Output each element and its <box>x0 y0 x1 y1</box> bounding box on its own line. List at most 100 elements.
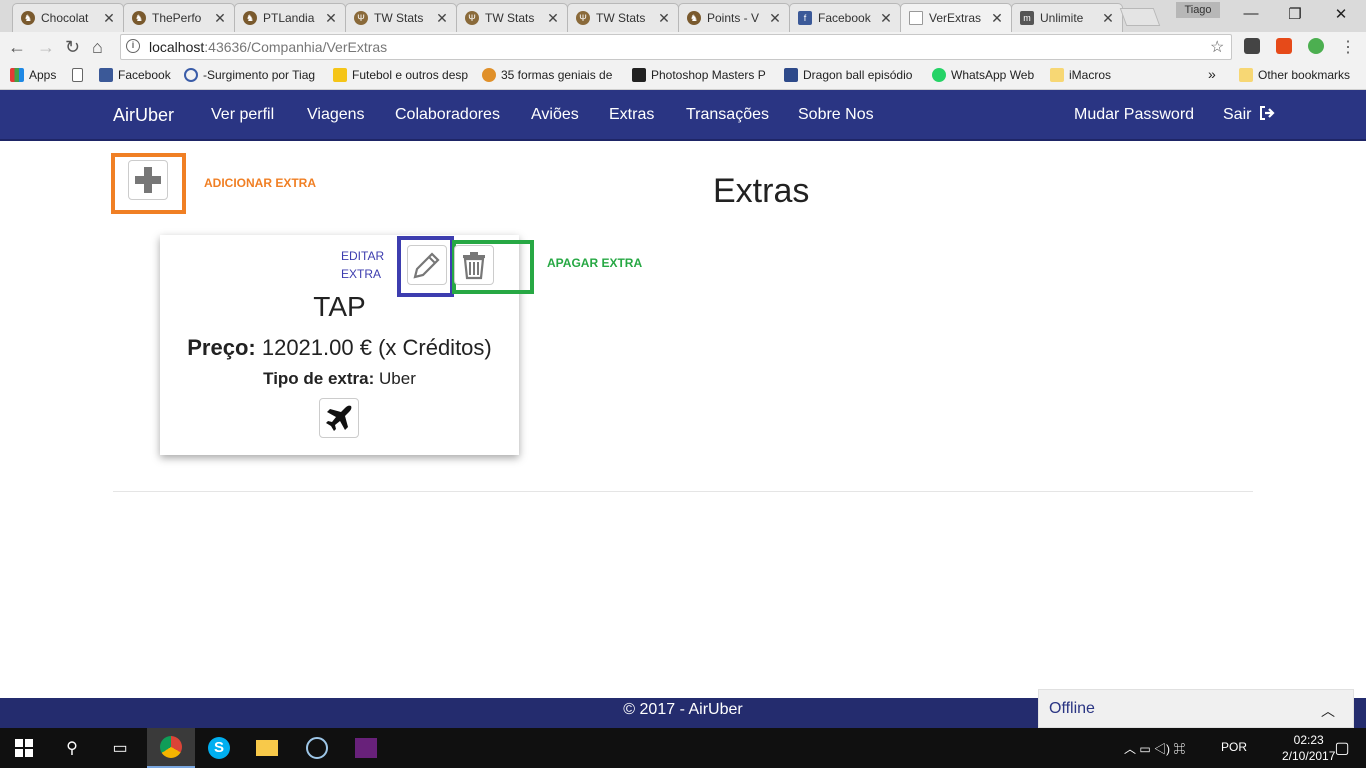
bookmark-photoshop[interactable]: Photoshop Masters P <box>632 68 766 82</box>
browser-tab[interactable]: Ψ TW Stats ✕ <box>456 3 568 32</box>
bookmark-label: -Surgimento por Tiag <box>203 68 316 82</box>
nav-link-colaboradores[interactable]: Colaboradores <box>395 106 500 124</box>
tab-title: VerExtras <box>929 11 982 25</box>
nav-link-sair[interactable]: Sair <box>1223 106 1275 124</box>
chrome-icon[interactable] <box>147 728 195 768</box>
edit-extra-button[interactable] <box>407 245 447 285</box>
bookmark-label: 35 formas geniais de <box>501 68 613 82</box>
delete-extra-button[interactable] <box>454 245 494 285</box>
bookmark-imacros[interactable]: iMacros <box>1050 68 1111 82</box>
footer-text: © 2017 - AirUber <box>623 701 743 718</box>
browser-tab[interactable]: Ψ TW Stats ✕ <box>567 3 679 32</box>
home-icon[interactable]: ⌂ <box>92 37 103 58</box>
browser-tab[interactable]: ♞ Chocolat ✕ <box>12 3 124 32</box>
close-icon[interactable]: ✕ <box>989 10 1005 27</box>
close-icon[interactable]: ✕ <box>878 10 894 27</box>
nav-link-mudar-password[interactable]: Mudar Password <box>1074 106 1194 124</box>
url-path: :43636/Companhia/VerExtras <box>204 39 388 55</box>
reload-icon[interactable]: ↻ <box>65 37 80 58</box>
new-tab-button[interactable] <box>1119 8 1161 26</box>
close-icon[interactable]: ✕ <box>434 10 450 27</box>
bookmark-whatsapp[interactable]: WhatsApp Web <box>932 68 1034 82</box>
bookmark-facebook[interactable]: Facebook <box>99 68 171 82</box>
brand-link[interactable]: AirUber <box>113 105 174 126</box>
bookmark-label: WhatsApp Web <box>951 68 1035 82</box>
browser-tab[interactable]: ♞ Points - V ✕ <box>678 3 790 32</box>
plane-icon <box>326 405 352 431</box>
app-icon[interactable] <box>293 728 341 768</box>
close-icon[interactable]: ✕ <box>767 10 783 27</box>
nav-link-transacoes[interactable]: Transações <box>686 106 769 124</box>
info-icon[interactable]: i <box>126 39 140 53</box>
nav-link-avioes[interactable]: Aviões <box>531 106 579 124</box>
notifications-icon[interactable]: ▢ <box>1318 728 1366 768</box>
tab-title: Unlimite <box>1040 11 1084 25</box>
tab-favicon-icon: Ψ <box>354 11 368 25</box>
add-extra-button[interactable] <box>128 160 168 200</box>
browser-tab[interactable]: m Unlimite ✕ <box>1011 3 1123 32</box>
offline-panel[interactable]: Offline ︿ <box>1038 689 1354 728</box>
minimize-icon[interactable]: — <box>1228 5 1274 22</box>
bookmark-dragon-ball[interactable]: Dragon ball episódio <box>784 68 912 82</box>
tab-favicon-icon: Ψ <box>576 11 590 25</box>
extra-type: Tipo de extra: Uber <box>160 369 519 389</box>
extension-icon[interactable] <box>1308 38 1324 54</box>
skype-icon[interactable]: S <box>195 728 243 768</box>
bookmark-futebol[interactable]: Futebol e outros desp <box>333 68 468 82</box>
page-icon[interactable] <box>72 68 88 82</box>
close-icon[interactable]: ✕ <box>212 10 228 27</box>
windows-start-icon[interactable] <box>0 728 48 768</box>
bookmark-surgimento[interactable]: -Surgimento por Tiag <box>184 68 315 82</box>
browser-tab-active[interactable]: VerExtras ✕ <box>900 3 1012 32</box>
nav-link-ver-perfil[interactable]: Ver perfil <box>211 106 274 124</box>
search-icon[interactable]: ⚲ <box>48 728 96 768</box>
browser-tab[interactable]: Ψ TW Stats ✕ <box>345 3 457 32</box>
site-icon <box>482 68 496 82</box>
language-indicator[interactable]: POR <box>1221 740 1247 754</box>
more-bookmarks-button[interactable]: » <box>1208 66 1216 82</box>
menu-icon[interactable]: ⋮ <box>1340 37 1356 57</box>
bookmark-label: Photoshop Masters P <box>651 68 766 82</box>
office-icon[interactable] <box>1276 38 1292 54</box>
add-extra-label: ADICIONAR EXTRA <box>204 176 317 190</box>
visual-studio-icon[interactable] <box>342 728 390 768</box>
close-window-icon[interactable]: ✕ <box>1318 5 1364 23</box>
restore-icon[interactable]: ❐ <box>1272 5 1318 23</box>
tray-icons[interactable]: ︿ ▭ ◁) ⌘ <box>1124 740 1185 757</box>
bookmark-label: Facebook <box>118 68 171 82</box>
bookmark-star-icon[interactable]: ☆ <box>1210 37 1224 57</box>
address-bar[interactable]: localhost:43636/Companhia/VerExtras <box>120 34 1232 60</box>
close-icon[interactable]: ✕ <box>656 10 672 27</box>
forward-icon[interactable]: → <box>37 37 55 58</box>
browser-tab[interactable]: f Facebook ✕ <box>789 3 901 32</box>
task-view-icon[interactable]: ▭ <box>96 728 144 768</box>
extra-price: Preço: 12021.00 € (x Créditos) <box>160 335 519 361</box>
tab-title: ThePerfo <box>152 11 202 25</box>
whatsapp-icon <box>932 68 946 82</box>
chevron-up-icon[interactable]: ︿ <box>1321 701 1335 721</box>
profile-button[interactable]: Tiago <box>1176 2 1220 18</box>
close-icon[interactable]: ✕ <box>545 10 561 27</box>
nav-link-sobre-nos[interactable]: Sobre Nos <box>798 106 874 124</box>
close-icon[interactable]: ✕ <box>1100 10 1116 27</box>
tab-title: TW Stats <box>374 11 424 25</box>
plane-button[interactable] <box>319 398 359 438</box>
nav-link-extras[interactable]: Extras <box>609 106 654 124</box>
browser-tab[interactable]: ♞ ThePerfo ✕ <box>123 3 235 32</box>
extension-icon[interactable] <box>1244 38 1260 54</box>
file-explorer-icon[interactable] <box>243 728 291 768</box>
back-icon[interactable]: ← <box>8 37 26 58</box>
other-bookmarks[interactable]: Other bookmarks <box>1239 68 1350 82</box>
sair-label: Sair <box>1223 106 1252 123</box>
close-icon[interactable]: ✕ <box>323 10 339 27</box>
nav-link-viagens[interactable]: Viagens <box>307 106 365 124</box>
bookmark-apps[interactable]: Apps <box>10 68 56 82</box>
bookmark-label: Futebol e outros desp <box>352 68 469 82</box>
browser-tab[interactable]: ♞ PTLandia ✕ <box>234 3 346 32</box>
close-icon[interactable]: ✕ <box>101 10 117 27</box>
tab-favicon-icon: ♞ <box>243 11 257 25</box>
folder-icon <box>1050 68 1064 82</box>
bookmark-35-formas[interactable]: 35 formas geniais de <box>482 68 612 82</box>
plus-icon <box>135 167 161 193</box>
tab-title: TW Stats <box>596 11 646 25</box>
